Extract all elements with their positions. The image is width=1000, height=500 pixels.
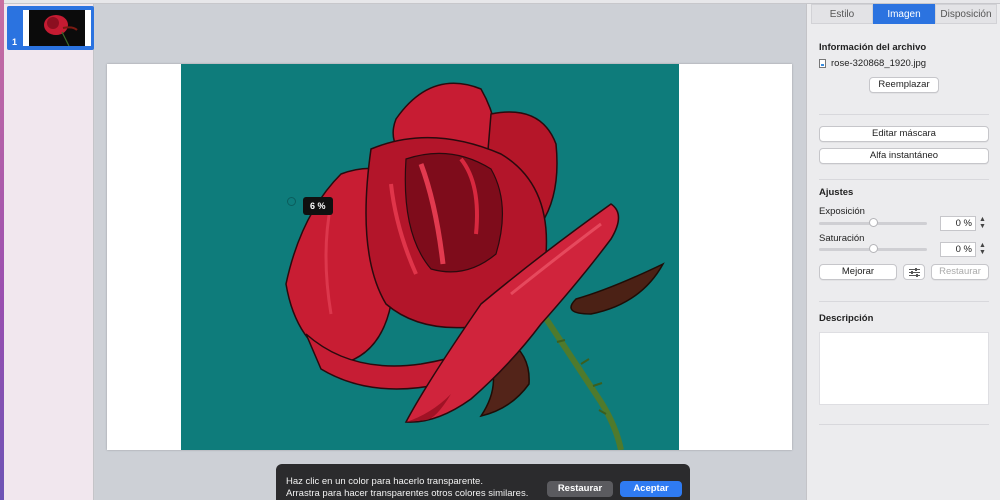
adjustments-title: Ajustes	[819, 187, 854, 198]
slide-number: 1	[12, 37, 18, 47]
enhance-button[interactable]: Mejorar	[819, 264, 897, 280]
rose-illustration	[285, 82, 665, 450]
instant-alpha-hint-bar: Haz clic en un color para hacerlo transp…	[276, 464, 690, 500]
saturation-stepper[interactable]: ▲ ▼	[978, 242, 987, 257]
opacity-tooltip: 6 %	[303, 197, 333, 215]
slide-thumbnail-selected[interactable]: 1	[7, 6, 94, 50]
restore-adjustments-button[interactable]: Restaurar	[931, 264, 989, 280]
slide-canvas: 6 % Haz clic en un color para hacerlo tr…	[95, 4, 806, 500]
description-title: Descripción	[819, 313, 874, 324]
levels-settings-button[interactable]	[903, 264, 925, 280]
divider	[819, 424, 989, 425]
saturation-slider[interactable]	[819, 244, 927, 253]
slide-thumbnail[interactable]	[23, 10, 91, 46]
edit-mask-button[interactable]: Editar máscara	[819, 126, 989, 142]
format-inspector: Estilo Imagen Disposición Información de…	[806, 4, 1000, 500]
exposure-label: Exposición	[819, 206, 865, 217]
saturation-slider-knob[interactable]	[868, 244, 878, 253]
image-file-icon	[819, 59, 826, 68]
slide[interactable]: 6 %	[107, 64, 792, 450]
hint-accept-button[interactable]: Aceptar	[620, 481, 682, 497]
instant-alpha-button[interactable]: Alfa instantáneo	[819, 148, 989, 164]
inspector-tabs: Estilo Imagen Disposición	[811, 4, 997, 24]
file-row: rose-320868_1920.jpg	[819, 58, 926, 69]
file-info-title: Información del archivo	[819, 42, 927, 53]
exposure-slider-knob[interactable]	[868, 218, 878, 227]
replace-button[interactable]: Reemplazar	[869, 77, 939, 93]
tab-image[interactable]: Imagen	[873, 4, 935, 24]
tab-arrange[interactable]: Disposición	[935, 4, 997, 24]
tab-style[interactable]: Estilo	[811, 4, 873, 24]
divider	[819, 301, 989, 302]
exposure-value-field[interactable]: 0 %	[940, 216, 976, 231]
rose-photo[interactable]	[181, 64, 679, 450]
hint-restore-button[interactable]: Restaurar	[547, 481, 613, 497]
hint-line-drag: Arrastra para hacer transparentes otros …	[286, 488, 529, 499]
hint-line-click: Haz clic en un color para hacerlo transp…	[286, 476, 483, 487]
thumbnail-rose-image	[29, 10, 85, 46]
file-name: rose-320868_1920.jpg	[831, 58, 927, 69]
sliders-icon	[909, 268, 920, 277]
divider	[819, 179, 989, 180]
saturation-value-field[interactable]: 0 %	[940, 242, 976, 257]
divider	[819, 114, 989, 115]
slide-navigator: 1	[4, 4, 94, 500]
exposure-slider[interactable]	[819, 218, 927, 227]
saturation-label: Saturación	[819, 233, 865, 244]
color-picker-cursor	[287, 197, 296, 206]
description-textarea[interactable]	[819, 332, 989, 405]
exposure-stepper[interactable]: ▲ ▼	[978, 216, 987, 231]
